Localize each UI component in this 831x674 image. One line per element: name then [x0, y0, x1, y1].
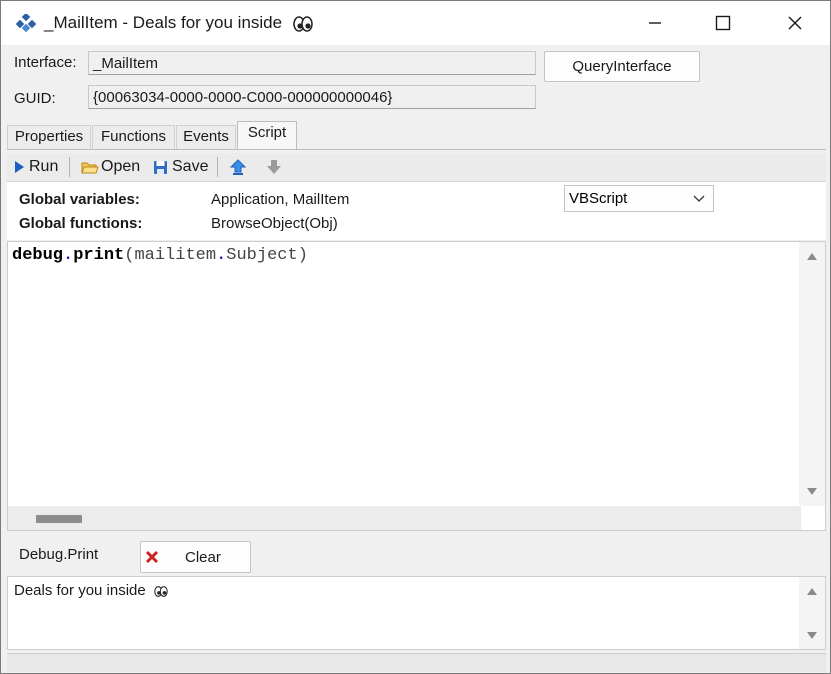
scroll-down-icon[interactable] — [806, 630, 818, 640]
code-token-dot: . — [216, 246, 227, 265]
interface-label: Interface: — [14, 54, 77, 71]
move-down-button[interactable] — [265, 157, 283, 177]
debug-output-line: Deals for you inside — [14, 582, 146, 599]
status-bar — [7, 653, 826, 672]
chevron-down-icon — [693, 195, 705, 202]
red-x-icon — [145, 550, 159, 564]
code-token-arg-object: mailitem — [134, 246, 217, 265]
arrow-up-icon — [229, 159, 247, 175]
tab-script[interactable]: Script — [237, 121, 297, 150]
maximize-icon — [715, 15, 731, 31]
output-vertical-scrollbar[interactable] — [799, 577, 825, 649]
code-token-dot: . — [63, 246, 74, 265]
language-select-value: VBScript — [569, 190, 628, 207]
eyes-emoji-icon — [154, 585, 168, 597]
editor-horizontal-scrollbar[interactable] — [8, 506, 801, 530]
clear-button[interactable]: Clear — [140, 541, 251, 573]
scroll-up-icon[interactable] — [806, 252, 818, 262]
arrow-down-icon — [267, 160, 281, 174]
debug-output-text: Deals for you inside — [14, 582, 168, 599]
guid-field[interactable]: {00063034-0000-0000-C000-000000000046} — [88, 85, 536, 109]
app-diamond-icon — [15, 14, 37, 32]
save-label: Save — [172, 158, 209, 175]
close-icon — [788, 16, 802, 30]
tab-functions[interactable]: Functions — [92, 125, 175, 149]
toolbar-separator — [217, 157, 218, 177]
global-functions-label: Global functions: — [19, 215, 143, 232]
interface-field[interactable]: _MailItem — [88, 51, 536, 75]
scroll-up-icon[interactable] — [806, 587, 818, 597]
tab-events[interactable]: Events — [176, 125, 236, 149]
eyes-emoji-icon — [293, 15, 313, 32]
toolbar-separator — [69, 157, 70, 177]
move-up-button[interactable] — [229, 157, 247, 177]
debug-bar: Debug.Print Clear — [7, 536, 826, 576]
play-icon — [15, 161, 24, 173]
editor-vertical-scrollbar[interactable] — [799, 242, 825, 506]
folder-open-icon — [81, 162, 99, 174]
open-label: Open — [101, 158, 141, 175]
guid-label: GUID: — [14, 90, 56, 107]
query-interface-button[interactable]: QueryInterface — [544, 51, 700, 82]
scroll-down-icon[interactable] — [806, 486, 818, 496]
run-button[interactable]: Run — [13, 157, 58, 177]
clear-label: Clear — [185, 548, 221, 566]
code-token-function: print — [73, 246, 125, 265]
floppy-save-icon — [154, 160, 167, 174]
maximize-button[interactable] — [691, 1, 755, 45]
code-token-paren: ) — [297, 246, 308, 265]
title-bar[interactable]: _MailItem - Deals for you inside — [1, 1, 830, 45]
global-variables-label: Global variables: — [19, 191, 140, 208]
code-token-paren: ( — [124, 246, 135, 265]
script-editor[interactable]: debug.print(mailitem.Subject) — [7, 241, 826, 531]
minimize-button[interactable] — [623, 1, 687, 45]
debug-print-label: Debug.Print — [19, 546, 99, 563]
minimize-icon — [649, 22, 661, 24]
window: _MailItem - Deals for you inside Interfa… — [0, 0, 831, 674]
tab-panel-border — [7, 149, 826, 150]
code-token-object: debug — [12, 246, 64, 265]
debug-output[interactable]: Deals for you inside — [7, 576, 826, 650]
save-button[interactable]: Save — [153, 157, 208, 177]
code-token-arg-property: Subject — [226, 246, 298, 265]
script-toolbar: Run Open Save — [7, 153, 826, 182]
code-line[interactable]: debug.print(mailitem.Subject) — [12, 246, 308, 265]
horizontal-scroll-thumb[interactable] — [36, 515, 82, 523]
open-button[interactable]: Open — [81, 157, 140, 177]
close-button[interactable] — [763, 1, 827, 45]
language-select[interactable]: VBScript — [564, 185, 714, 212]
tab-properties[interactable]: Properties — [7, 125, 91, 149]
global-variables-value: Application, MailItem — [211, 191, 350, 208]
run-label: Run — [29, 158, 59, 175]
window-title-text: _MailItem - Deals for you inside — [44, 13, 283, 32]
global-functions-value: BrowseObject(Obj) — [211, 215, 338, 232]
window-title: _MailItem - Deals for you inside — [44, 13, 313, 33]
